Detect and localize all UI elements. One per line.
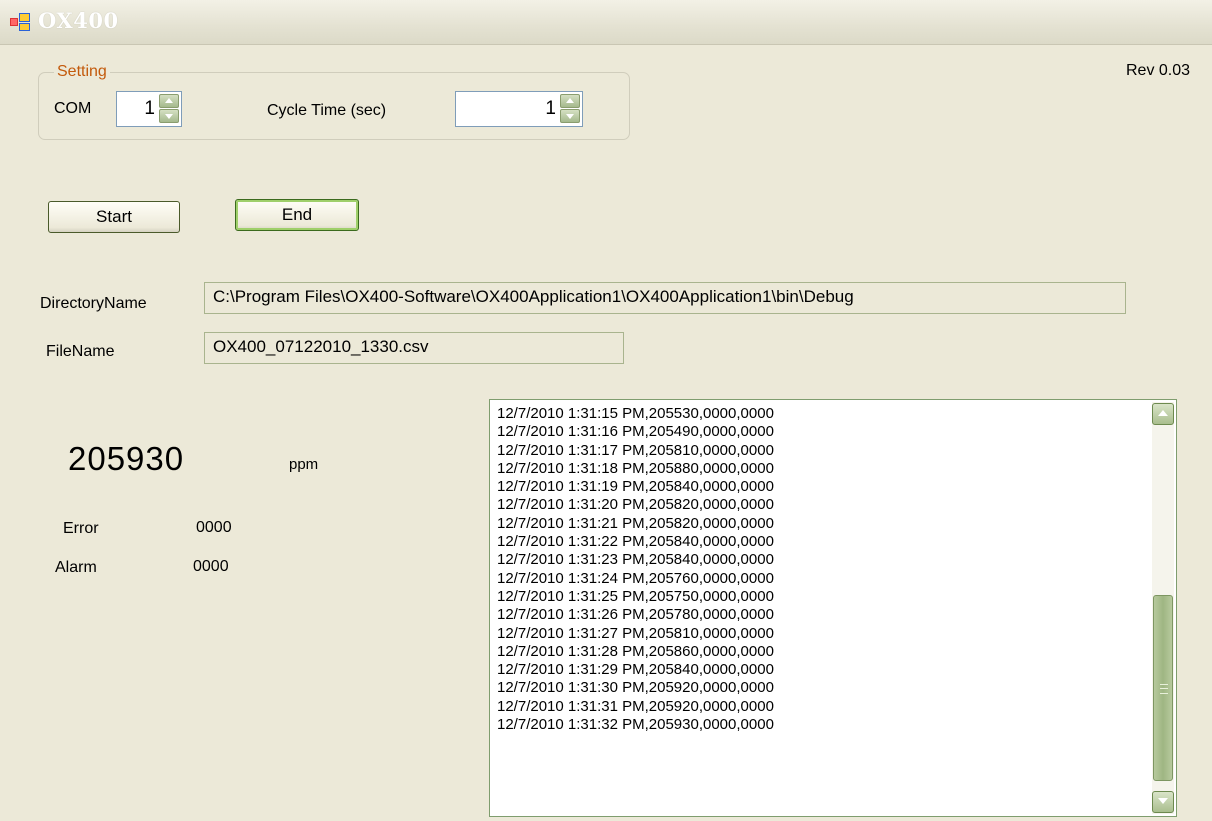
log-line[interactable]: 12/7/2010 1:31:29 PM,205840,0000,0000: [497, 661, 774, 679]
log-line[interactable]: 12/7/2010 1:31:23 PM,205840,0000,0000: [497, 551, 774, 569]
log-line[interactable]: 12/7/2010 1:31:27 PM,205810,0000,0000: [497, 625, 774, 643]
arrow-up-icon[interactable]: [159, 94, 179, 108]
log-lines: 12/7/2010 1:31:15 PM,205530,0000,0000 12/…: [497, 405, 774, 734]
setting-legend: Setting: [54, 63, 110, 81]
log-listbox[interactable]: 12/7/2010 1:31:15 PM,205530,0000,0000 12/…: [489, 399, 1177, 817]
app-window-icon: [10, 13, 30, 31]
window-title: OX400: [38, 8, 119, 33]
vertical-scrollbar[interactable]: [1152, 402, 1174, 814]
log-line[interactable]: 12/7/2010 1:31:25 PM,205750,0000,0000: [497, 588, 774, 606]
cycle-time-spinner[interactable]: 1: [455, 91, 583, 127]
arrow-down-icon[interactable]: [560, 109, 580, 123]
log-line[interactable]: 12/7/2010 1:31:28 PM,205860,0000,0000: [497, 643, 774, 661]
log-line[interactable]: 12/7/2010 1:31:19 PM,205840,0000,0000: [497, 478, 774, 496]
start-button[interactable]: Start: [48, 201, 180, 233]
log-line[interactable]: 12/7/2010 1:31:30 PM,205920,0000,0000: [497, 679, 774, 697]
scroll-down-icon[interactable]: [1152, 791, 1174, 813]
ppm-unit: ppm: [289, 456, 319, 473]
com-spinner[interactable]: 1: [116, 91, 182, 127]
directory-label: DirectoryName: [40, 295, 147, 312]
alarm-value: 0000: [193, 558, 229, 575]
log-line[interactable]: 12/7/2010 1:31:17 PM,205810,0000,0000: [497, 442, 774, 460]
error-value: 0000: [196, 519, 232, 536]
title-bar[interactable]: OX400: [0, 0, 1212, 45]
log-line[interactable]: 12/7/2010 1:31:16 PM,205490,0000,0000: [497, 423, 774, 441]
log-line[interactable]: 12/7/2010 1:31:20 PM,205820,0000,0000: [497, 496, 774, 514]
ppm-reading: 205930: [68, 440, 185, 477]
cycle-time-label: Cycle Time (sec): [267, 102, 387, 119]
directory-field[interactable]: C:\Program Files\OX400-Software\OX400App…: [204, 282, 1126, 314]
scroll-thumb[interactable]: [1153, 595, 1173, 781]
log-line[interactable]: 12/7/2010 1:31:21 PM,205820,0000,0000: [497, 515, 774, 533]
log-line[interactable]: 12/7/2010 1:31:22 PM,205840,0000,0000: [497, 533, 774, 551]
arrow-up-icon[interactable]: [560, 94, 580, 108]
filename-field[interactable]: OX400_07122010_1330.csv: [204, 332, 624, 364]
log-line[interactable]: 12/7/2010 1:31:26 PM,205780,0000,0000: [497, 606, 774, 624]
revision-label: Rev 0.03: [1126, 62, 1191, 79]
alarm-label: Alarm: [55, 559, 97, 576]
filename-label: FileName: [46, 343, 115, 360]
cycle-time-value[interactable]: 1: [545, 98, 556, 120]
log-line[interactable]: 12/7/2010 1:31:18 PM,205880,0000,0000: [497, 460, 774, 478]
log-line[interactable]: 12/7/2010 1:31:15 PM,205530,0000,0000: [497, 405, 774, 423]
com-label: COM: [54, 100, 92, 117]
com-value[interactable]: 1: [144, 98, 155, 120]
end-button[interactable]: End: [235, 199, 359, 231]
log-line[interactable]: 12/7/2010 1:31:31 PM,205920,0000,0000: [497, 698, 774, 716]
arrow-down-icon[interactable]: [159, 109, 179, 123]
log-line[interactable]: 12/7/2010 1:31:32 PM,205930,0000,0000: [497, 716, 774, 734]
error-label: Error: [63, 520, 99, 537]
log-line[interactable]: 12/7/2010 1:31:24 PM,205760,0000,0000: [497, 570, 774, 588]
scroll-up-icon[interactable]: [1152, 403, 1174, 425]
